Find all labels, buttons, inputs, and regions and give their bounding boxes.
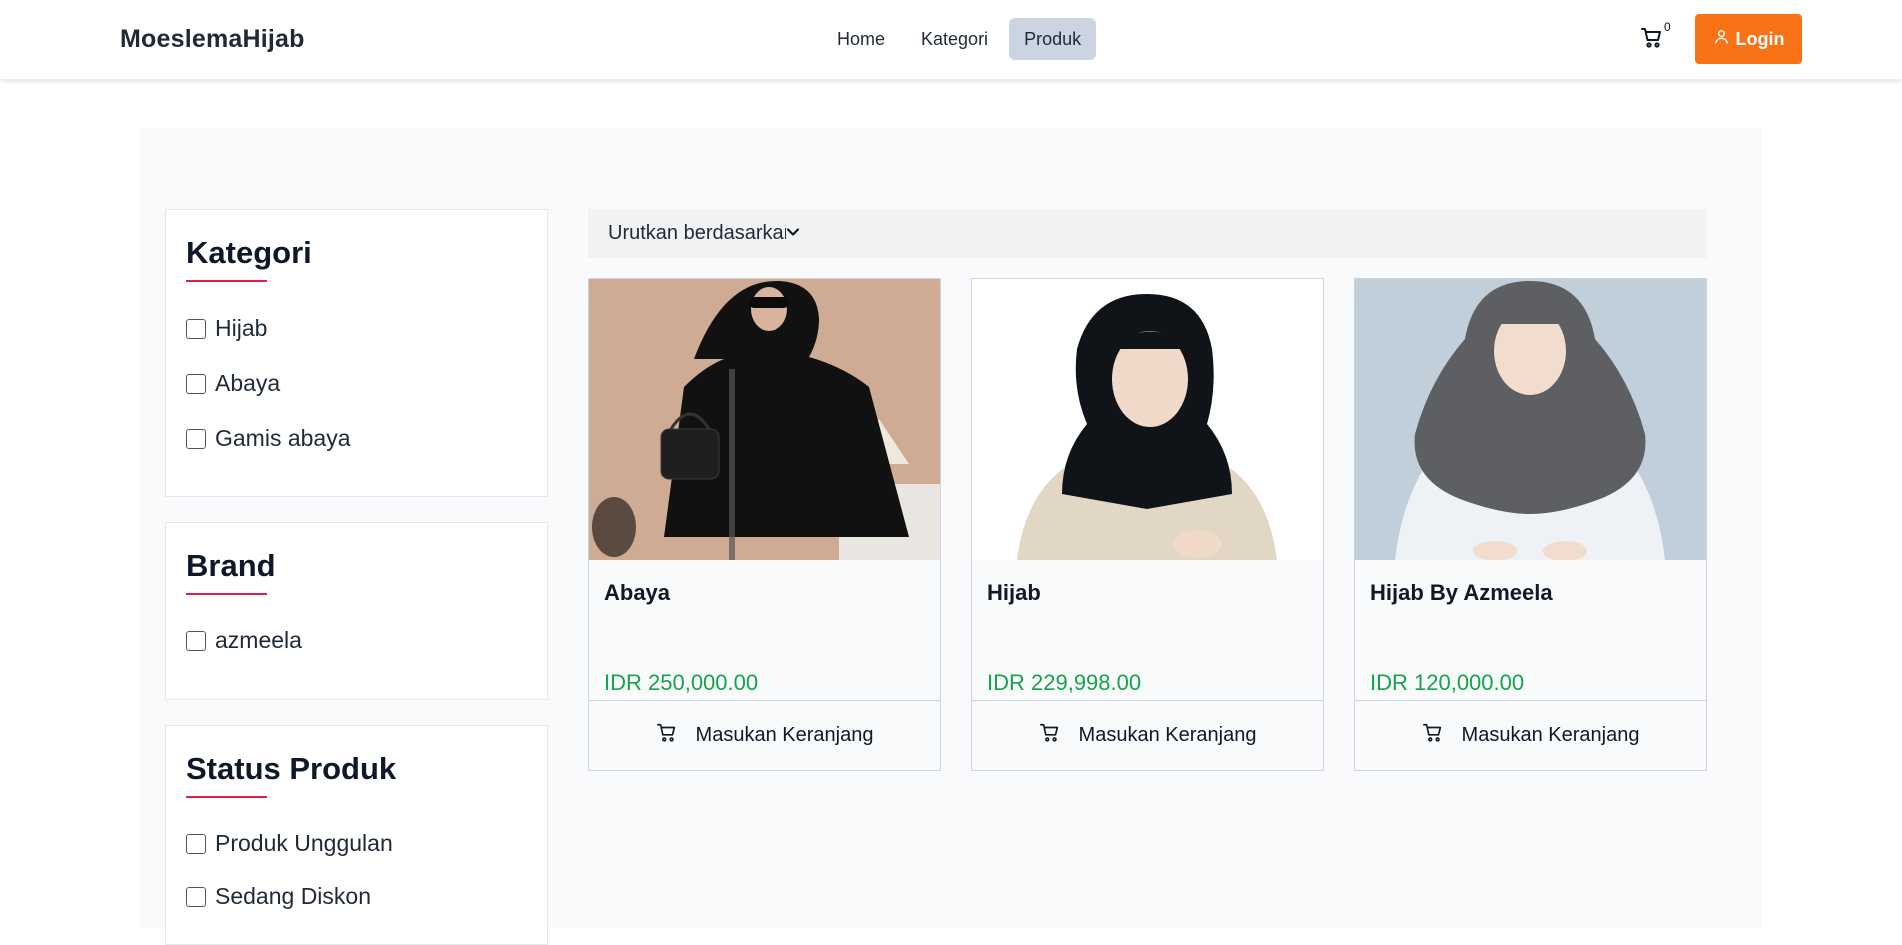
cart-count-badge: 0 <box>1664 20 1671 34</box>
nav-kategori[interactable]: Kategori <box>906 18 1003 60</box>
product-price: IDR 229,998.00 <box>987 670 1142 695</box>
nav-produk[interactable]: Produk <box>1009 18 1097 60</box>
status-filter-panel: Status Produk Produk Unggulan Sedang Dis… <box>165 725 548 945</box>
cart-icon <box>1039 722 1061 750</box>
product-name[interactable]: Abaya <box>604 580 670 606</box>
sort-select[interactable]: Urutkan berdasarkan <box>588 209 1707 258</box>
category-filter-panel: Kategori Hijab Abaya Gamis abaya <box>165 209 548 497</box>
product-image[interactable] <box>1355 279 1706 560</box>
cart-icon <box>1640 28 1664 54</box>
title-underline <box>186 280 267 282</box>
cart-button[interactable]: 0 <box>1640 20 1674 56</box>
add-to-cart-button[interactable]: Masukan Keranjang <box>589 700 940 770</box>
option-label: Gamis abaya <box>215 425 351 451</box>
product-card-hijab[interactable]: Hijab IDR 229,998.00 Masukan Keranjang <box>971 278 1324 771</box>
login-label: Login <box>1735 28 1785 49</box>
add-to-cart-label: Masukan Keranjang <box>1461 724 1640 746</box>
product-card-abaya[interactable]: Abaya IDR 250,000.00 Masukan Keranjang <box>588 278 941 771</box>
login-button[interactable]: Login <box>1695 14 1802 64</box>
category-filter-title: Kategori <box>186 235 312 270</box>
product-price: IDR 250,000.00 <box>604 670 759 695</box>
main-nav: Home Kategori Produk <box>822 18 1097 60</box>
nav-home[interactable]: Home <box>822 18 900 60</box>
cart-icon <box>1422 722 1444 750</box>
main-content: Kategori Hijab Abaya Gamis abaya Brand a… <box>140 128 1762 945</box>
top-navbar: MoeslemaHijab Home Kategori Produk 0 Log… <box>0 0 1902 79</box>
add-to-cart-button[interactable]: Masukan Keranjang <box>1355 700 1706 770</box>
checkbox[interactable] <box>186 373 206 394</box>
checkbox[interactable] <box>186 833 206 854</box>
checkbox[interactable] <box>186 318 206 339</box>
chevron-down-icon <box>786 222 800 245</box>
add-to-cart-label: Masukan Keranjang <box>1078 724 1257 746</box>
add-to-cart-button[interactable]: Masukan Keranjang <box>972 700 1323 770</box>
user-icon <box>1713 28 1730 50</box>
category-option-gamis-abaya[interactable]: Gamis abaya <box>186 425 351 452</box>
checkbox[interactable] <box>186 886 206 907</box>
checkbox[interactable] <box>186 428 206 449</box>
add-to-cart-label: Masukan Keranjang <box>695 724 874 746</box>
status-filter-title: Status Produk <box>186 751 397 786</box>
option-label: Hijab <box>215 315 268 341</box>
product-name[interactable]: Hijab By Azmeela <box>1370 580 1553 606</box>
title-underline <box>186 593 267 595</box>
brand-filter-panel: Brand azmeela <box>165 522 548 700</box>
option-label: Produk Unggulan <box>215 830 393 856</box>
product-price: IDR 120,000.00 <box>1370 670 1525 695</box>
checkbox[interactable] <box>186 630 206 651</box>
option-label: azmeela <box>215 627 302 653</box>
product-image[interactable] <box>972 279 1323 560</box>
product-name[interactable]: Hijab <box>987 580 1041 606</box>
sort-label: Urutkan berdasarkan <box>608 222 786 244</box>
title-underline <box>186 796 267 798</box>
cart-icon <box>656 722 678 750</box>
product-card-hijab-by-azmeela[interactable]: Hijab By Azmeela IDR 120,000.00 Masukan … <box>1354 278 1707 771</box>
brand-option-azmeela[interactable]: azmeela <box>186 627 302 654</box>
category-option-hijab[interactable]: Hijab <box>186 315 267 342</box>
product-image[interactable] <box>589 279 940 560</box>
status-option-produk-unggulan[interactable]: Produk Unggulan <box>186 830 393 857</box>
brand-logo[interactable]: MoeslemaHijab <box>120 25 305 54</box>
category-option-abaya[interactable]: Abaya <box>186 370 280 397</box>
option-label: Abaya <box>215 370 281 396</box>
brand-filter-title: Brand <box>186 548 276 583</box>
